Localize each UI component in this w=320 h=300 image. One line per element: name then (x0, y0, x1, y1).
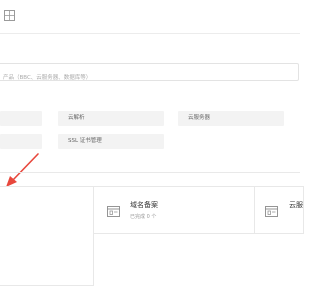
cloud-service-card-partial[interactable]: 云服 (254, 186, 304, 234)
domain-filing-status: 已完成 0 个 (130, 214, 157, 220)
header-divider (0, 33, 300, 34)
card-partial-left[interactable] (0, 186, 94, 286)
annotation-arrow-icon (6, 153, 39, 187)
grid-icon[interactable] (3, 9, 16, 22)
quick-link-cloud-server-label: 云服务器 (188, 115, 211, 121)
quick-link-tile-partial-left[interactable] (0, 111, 42, 126)
browser-window-icon (107, 206, 120, 217)
domain-filing-card[interactable]: 域名备案 已完成 0 个 (93, 186, 255, 234)
product-search-box[interactable] (0, 63, 303, 86)
product-search-input[interactable] (0, 70, 303, 86)
quick-link-ssl[interactable]: SSL 证书管理 (58, 134, 164, 149)
quick-link-dns-label: 云解析 (68, 115, 85, 121)
section-divider (0, 172, 300, 173)
quick-link-cloud-server[interactable]: 云服务器 (178, 111, 284, 126)
quick-link-tile-partial-left-2[interactable] (0, 134, 42, 149)
quick-link-dns[interactable]: 云解析 (58, 111, 164, 126)
browser-window-icon (265, 206, 278, 217)
quick-link-ssl-label: SSL 证书管理 (68, 138, 102, 144)
domain-filing-title: 域名备案 (130, 201, 158, 209)
cloud-service-title: 云服 (289, 201, 303, 209)
